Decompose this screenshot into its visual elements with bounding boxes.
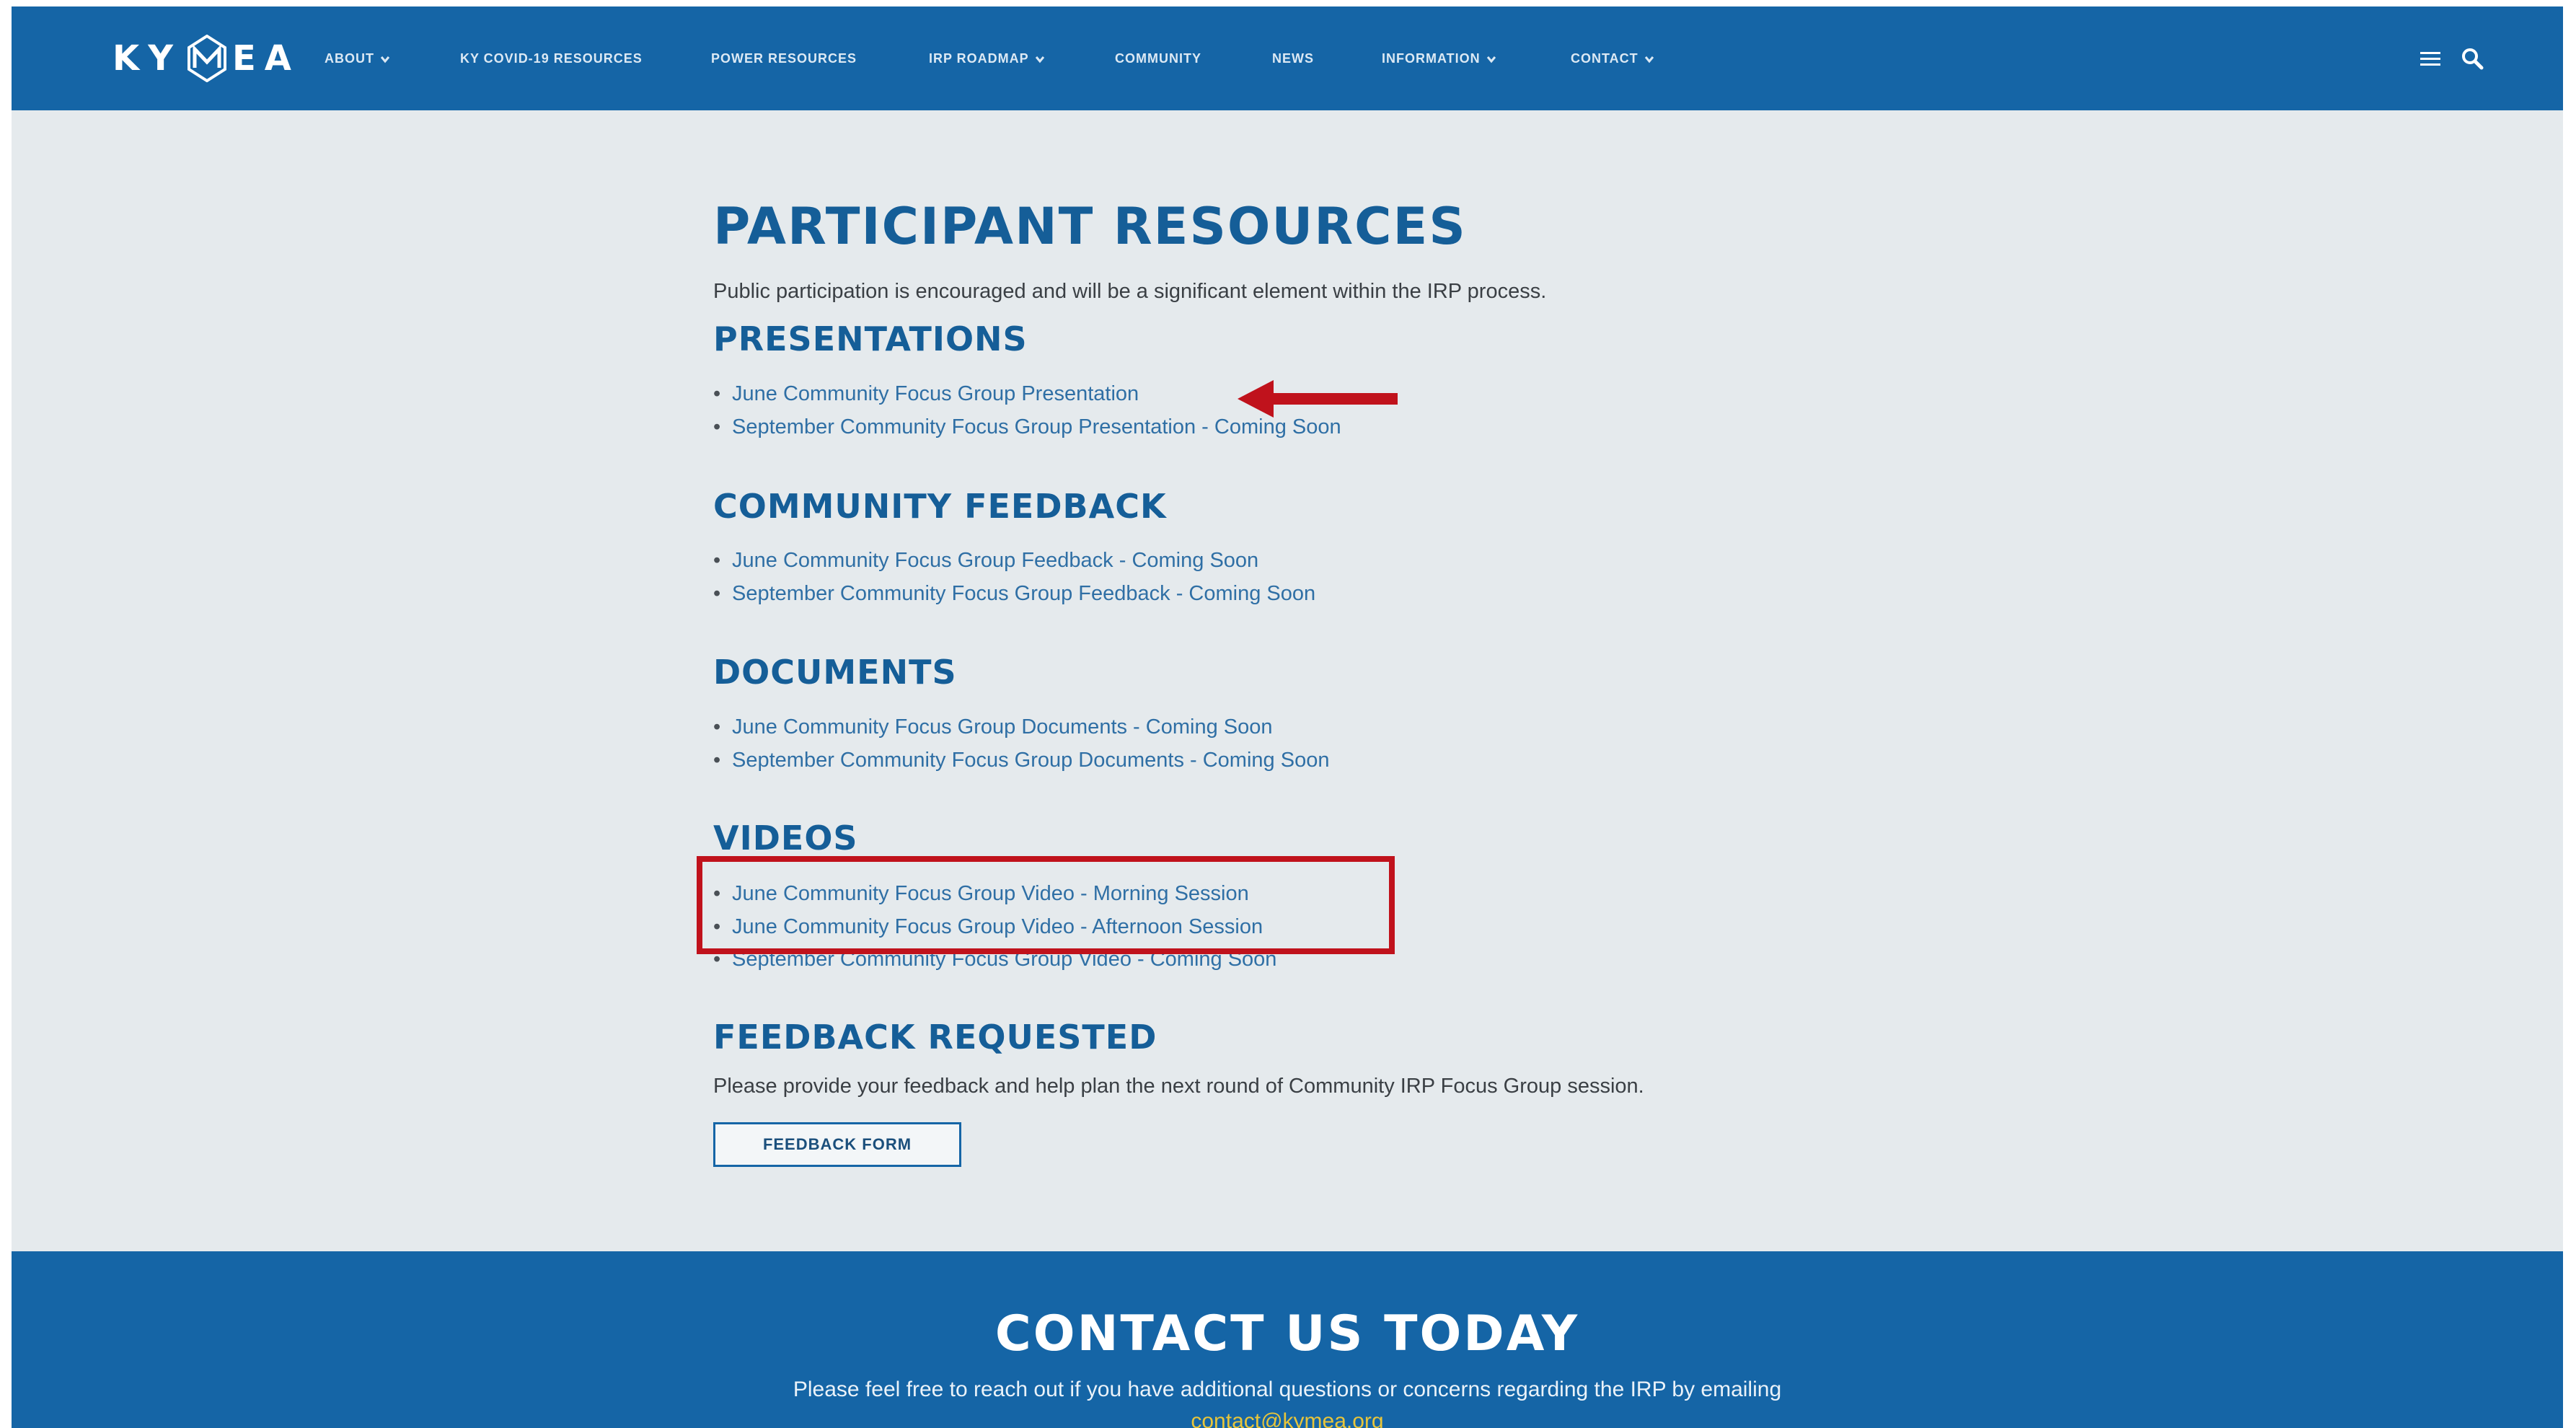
footer-email: contact@kymea.org bbox=[12, 1407, 2563, 1428]
page: KY EA ABOUT KY COVID-19 RESOURCES POWER … bbox=[12, 6, 2563, 1428]
kymea-logo[interactable]: KY EA bbox=[113, 35, 300, 82]
bullet: • bbox=[713, 715, 721, 739]
feedback-requested-heading: FEEDBACK REQUESTED bbox=[713, 1018, 1157, 1057]
nav-about[interactable]: ABOUT bbox=[325, 51, 390, 66]
nav-power-resources-label: POWER RESOURCES bbox=[711, 51, 857, 66]
bullet: • bbox=[713, 749, 721, 772]
logo-text-right: EA bbox=[231, 38, 300, 79]
contact-email-link[interactable]: contact@kymea.org bbox=[1191, 1409, 1383, 1428]
nav-community-label: COMMUNITY bbox=[1115, 51, 1201, 66]
june-feedback-link[interactable]: June Community Focus Group Feedback - Co… bbox=[732, 549, 1258, 572]
nav-contact[interactable]: CONTACT bbox=[1571, 51, 1654, 66]
list-item: • September Community Focus Group Feedbac… bbox=[713, 579, 1315, 608]
june-documents-link[interactable]: June Community Focus Group Documents - C… bbox=[732, 715, 1272, 739]
page-title: PARTICIPANT RESOURCES bbox=[713, 197, 1467, 256]
feedback-form-button[interactable]: FEEDBACK FORM bbox=[713, 1122, 961, 1167]
bullet: • bbox=[713, 549, 721, 572]
nav-community[interactable]: COMMUNITY bbox=[1115, 51, 1201, 66]
logo-text-left: KY bbox=[113, 38, 182, 79]
footer-text: Please feel free to reach out if you hav… bbox=[793, 1378, 1782, 1401]
feedback-requested-text: Please provide your feedback and help pl… bbox=[713, 1075, 1644, 1098]
presentations-heading: PRESENTATIONS bbox=[713, 319, 1028, 358]
bullet: • bbox=[713, 415, 721, 438]
bullet: • bbox=[713, 382, 721, 405]
chevron-down-icon bbox=[1486, 56, 1496, 63]
nav-power-resources[interactable]: POWER RESOURCES bbox=[711, 51, 857, 66]
chevron-down-icon bbox=[1644, 56, 1654, 63]
nav-about-label: ABOUT bbox=[325, 51, 374, 66]
videos-heading: VIDEOS bbox=[713, 819, 858, 858]
nav-information[interactable]: INFORMATION bbox=[1382, 51, 1496, 66]
nav-irp-roadmap-label: IRP ROADMAP bbox=[929, 51, 1029, 66]
annotation-highlight-box bbox=[697, 856, 1395, 954]
nav-information-label: INFORMATION bbox=[1382, 51, 1481, 66]
chevron-down-icon bbox=[1035, 56, 1044, 63]
community-feedback-heading: COMMUNITY FEEDBACK bbox=[713, 487, 1167, 526]
documents-heading: DOCUMENTS bbox=[713, 653, 957, 692]
list-item: • June Community Focus Group Presentation bbox=[713, 379, 1139, 408]
nav-irp-roadmap[interactable]: IRP ROADMAP bbox=[929, 51, 1045, 66]
list-item: • June Community Focus Group Feedback - C… bbox=[713, 546, 1258, 575]
nav-news[interactable]: NEWS bbox=[1272, 51, 1314, 66]
list-item: • June Community Focus Group Documents - … bbox=[713, 713, 1272, 741]
chevron-down-icon bbox=[380, 56, 390, 63]
hamburger-menu-icon[interactable] bbox=[2419, 50, 2442, 67]
intro-text: Public participation is encouraged and w… bbox=[713, 280, 1547, 303]
list-item: • September Community Focus Group Documen… bbox=[713, 746, 1329, 775]
june-presentation-link[interactable]: June Community Focus Group Presentation bbox=[732, 382, 1139, 405]
nav-covid-resources-label: KY COVID-19 RESOURCES bbox=[460, 51, 643, 66]
bullet: • bbox=[713, 582, 721, 605]
search-icon[interactable] bbox=[2461, 47, 2484, 70]
logo-mark-icon bbox=[187, 35, 226, 82]
nav-news-label: NEWS bbox=[1272, 51, 1314, 66]
nav-covid-resources[interactable]: KY COVID-19 RESOURCES bbox=[460, 51, 643, 66]
september-documents-link[interactable]: September Community Focus Group Document… bbox=[732, 749, 1329, 772]
footer-title: CONTACT US TODAY bbox=[994, 1305, 1580, 1362]
september-feedback-link[interactable]: September Community Focus Group Feedback… bbox=[732, 582, 1315, 605]
top-navigation-bar: KY EA ABOUT KY COVID-19 RESOURCES POWER … bbox=[12, 6, 2563, 110]
contact-footer: CONTACT US TODAY Please feel free to rea… bbox=[12, 1251, 2563, 1428]
annotation-arrow-icon bbox=[1238, 380, 1398, 418]
nav-contact-label: CONTACT bbox=[1571, 51, 1638, 66]
